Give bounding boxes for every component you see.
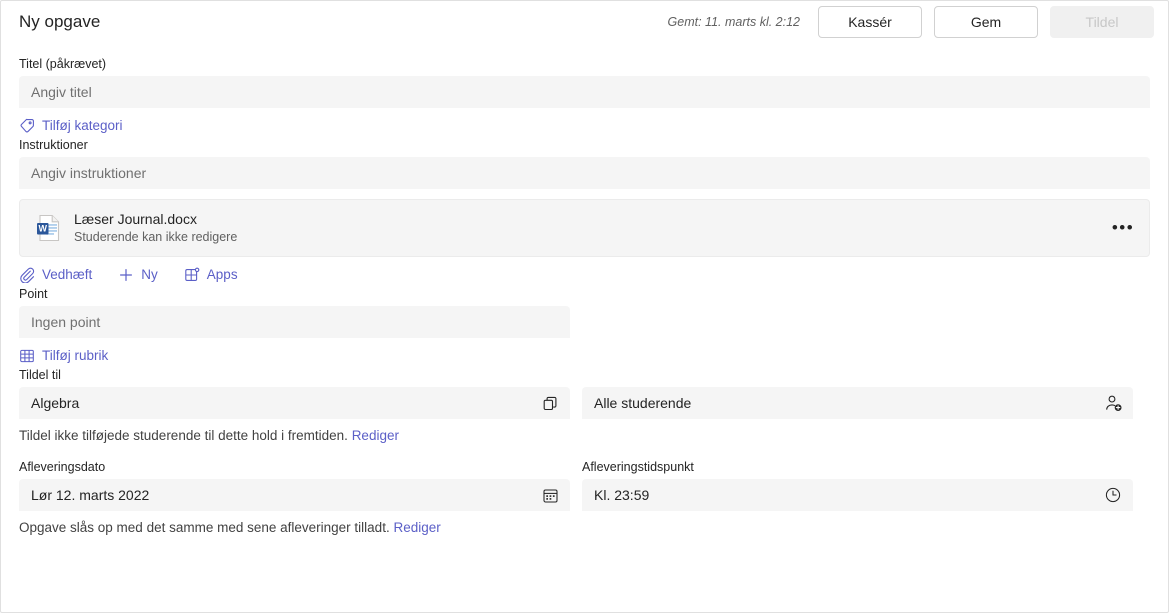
students-picker[interactable] <box>582 387 1133 419</box>
due-time-input[interactable] <box>582 479 1133 511</box>
students-input[interactable] <box>582 387 1133 419</box>
attachment-permission: Studerende kan ikke redigere <box>74 230 238 244</box>
new-label: Ny <box>141 267 158 282</box>
assign-to-edit-link[interactable]: Rediger <box>352 428 399 443</box>
due-group: Afleveringsdato Afleveringstidspunkt Lør… <box>19 459 1150 537</box>
save-button[interactable]: Gem <box>934 5 1038 38</box>
paperclip-icon <box>19 267 35 283</box>
assign-button[interactable]: Tildel <box>1050 5 1154 38</box>
saved-timestamp: Gemt: 11. marts kl. 2:12 <box>667 14 800 29</box>
add-category-link[interactable]: Tilføj kategori <box>19 117 123 135</box>
discard-button[interactable]: Kassér <box>818 5 922 38</box>
points-field-group: Point <box>19 286 1150 338</box>
class-picker[interactable] <box>19 387 570 419</box>
due-date-input[interactable] <box>19 479 570 511</box>
apps-button[interactable]: Apps <box>184 266 238 284</box>
assign-to-label: Tildel til <box>19 368 61 382</box>
title-input[interactable] <box>19 76 1150 108</box>
plus-icon <box>118 267 134 283</box>
attach-button[interactable]: Vedhæft <box>19 266 92 284</box>
attachment-card[interactable]: W Læser Journal.docx Studerende kan ikke… <box>19 199 1150 257</box>
assign-to-helper: Tildel ikke tilføjede studerende til det… <box>19 427 1150 445</box>
attachment-texts: Læser Journal.docx Studerende kan ikke r… <box>74 210 237 246</box>
due-date-label: Afleveringsdato <box>19 460 106 474</box>
attachment-actions-row: Vedhæft Ny Apps <box>19 266 1150 284</box>
assign-to-row <box>19 387 1150 419</box>
page-title: Ny opgave <box>19 11 101 31</box>
person-add-icon[interactable] <box>1101 391 1125 415</box>
due-time-picker[interactable] <box>582 479 1133 511</box>
header-actions: Gemt: 11. marts kl. 2:12 Kassér Gem Tild… <box>667 5 1154 38</box>
assignment-form: Titel (påkrævet) Tilføj kategori Instruk… <box>1 56 1168 537</box>
copy-stack-icon[interactable] <box>538 391 562 415</box>
apps-label: Apps <box>206 267 238 282</box>
word-doc-icon: W <box>34 214 64 242</box>
assign-to-helper-text: Tildel ikke tilføjede studerende til det… <box>19 428 348 443</box>
category-link-row: Tilføj kategori <box>19 117 1150 135</box>
due-labels-row: Afleveringsdato Afleveringstidspunkt <box>19 459 1150 479</box>
title-label: Titel (påkrævet) <box>19 57 107 71</box>
instructions-input[interactable] <box>19 157 1150 189</box>
new-button[interactable]: Ny <box>118 266 158 284</box>
attachment-name: Læser Journal.docx <box>74 211 197 227</box>
tag-icon <box>19 118 35 134</box>
attachment-more-icon[interactable]: ••• <box>1107 212 1139 244</box>
add-rubric-label: Tilføj rubrik <box>42 348 109 363</box>
new-assignment-page: Ny opgave Gemt: 11. marts kl. 2:12 Kassé… <box>0 0 1169 613</box>
due-helper: Opgave slås op med det samme med sene af… <box>19 519 1150 537</box>
due-helper-text: Opgave slås op med det samme med sene af… <box>19 520 390 535</box>
due-inputs-row <box>19 479 1150 511</box>
apps-grid-icon <box>184 267 200 283</box>
svg-text:W: W <box>39 224 48 234</box>
due-time-label: Afleveringstidspunkt <box>582 460 694 474</box>
due-date-picker[interactable] <box>19 479 570 511</box>
title-field-group: Titel (påkrævet) <box>19 56 1150 108</box>
rubric-link-row: Tilføj rubrik <box>19 347 1150 365</box>
points-label: Point <box>19 287 48 301</box>
points-input[interactable] <box>19 306 570 338</box>
instructions-field-group: Instruktioner <box>19 137 1150 189</box>
class-input[interactable] <box>19 387 570 419</box>
due-edit-link[interactable]: Rediger <box>393 520 440 535</box>
grid-table-icon <box>19 348 35 364</box>
clock-icon[interactable] <box>1101 483 1125 507</box>
add-rubric-link[interactable]: Tilføj rubrik <box>19 347 108 365</box>
instructions-label: Instruktioner <box>19 138 88 152</box>
calendar-icon[interactable] <box>538 483 562 507</box>
page-header: Ny opgave Gemt: 11. marts kl. 2:12 Kassé… <box>1 1 1168 42</box>
attach-label: Vedhæft <box>42 267 93 282</box>
add-category-label: Tilføj kategori <box>42 118 123 133</box>
assign-to-group: Tildel til Algebra Alle studerende Tilde… <box>19 367 1150 445</box>
